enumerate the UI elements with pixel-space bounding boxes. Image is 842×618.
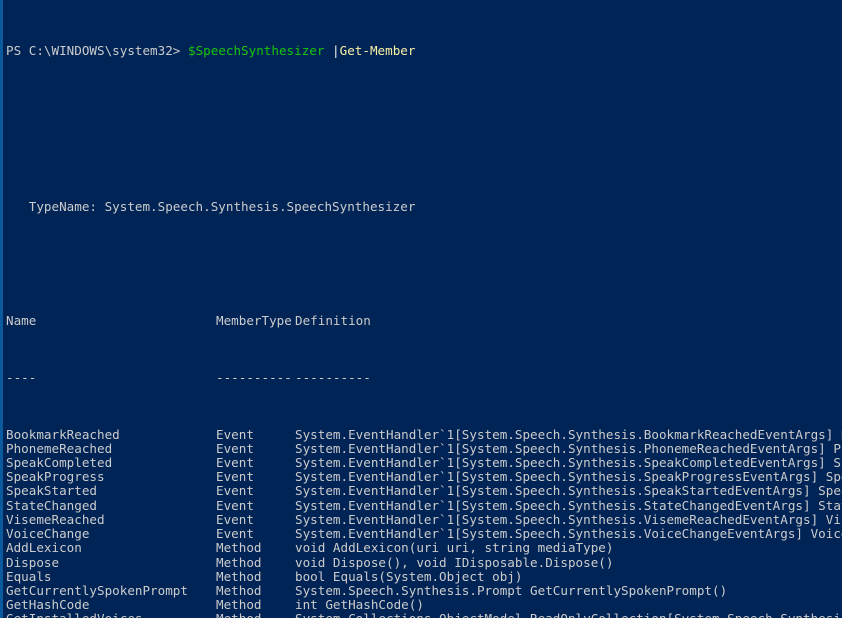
header-definition: Definition: [295, 312, 371, 328]
cell-name: PhonemeReached: [6, 440, 113, 456]
prompt-path: PS C:\WINDOWS\system32>: [6, 42, 188, 58]
cell-membertype: Event: [216, 497, 254, 513]
table-header-row: Name MemberType Definition: [6, 312, 842, 328]
variable-token: $SpeechSynthesizer: [187, 42, 325, 58]
cell-membertype: Event: [216, 526, 254, 542]
cell-name: VoiceChange: [6, 526, 90, 542]
cell-name: GetInstalledVoices: [6, 612, 216, 618]
cmdlet-token: Get-Member: [339, 42, 416, 58]
cell-membertype: Event: [216, 511, 254, 527]
table-row: SpeakStarted Event System.EventHandler`1[S…: [6, 484, 842, 498]
cell-name: GetHashCode: [6, 597, 90, 613]
cell-name: StateChanged: [6, 497, 97, 513]
cell-membertype: Event: [216, 440, 254, 456]
table-row: BookmarkReached Event System.EventHandler`…: [6, 426, 842, 442]
cell-definition: System.EventHandler`1[System.Speech.Synt…: [295, 526, 842, 542]
table-row: StateChanged Event System.EventHandler`1[S…: [6, 497, 842, 513]
command-prompt-line: PS C:\WINDOWS\system32> $SpeechSynthesiz…: [6, 42, 842, 58]
cell-definition: System.EventHandler`1[System.Speech.Synt…: [295, 440, 842, 456]
cell-membertype: Method: [216, 554, 262, 570]
typename-line: TypeName: System.Speech.Synthesis.Speech…: [6, 199, 416, 215]
cell-membertype: Event: [216, 469, 254, 485]
table-underline-row: ---- ---------- ----------: [6, 369, 842, 385]
cell-membertype: Event: [216, 483, 254, 499]
table-row: Equals Method bool Equals(System.Object ob…: [6, 568, 842, 584]
table-row: VisemeReached Event System.EventHandler`1[…: [6, 511, 842, 527]
cell-name: SpeakStarted: [6, 483, 97, 499]
underline-definition: ----------: [295, 369, 371, 385]
table-row: AddLexicon Method void AddLexicon(uri uri,…: [6, 541, 842, 555]
cell-definition: System.Speech.Synthesis.Prompt GetCurren…: [295, 582, 728, 598]
cell-definition: System.EventHandler`1[System.Speech.Synt…: [295, 426, 842, 442]
cell-name: SpeakProgress: [6, 469, 105, 485]
table-row: GetCurrentlySpokenPrompt Method System.Spe…: [6, 582, 842, 598]
table-row: GetHashCode Method int GetHashCode(): [6, 597, 842, 613]
cell-name: BookmarkReached: [6, 426, 120, 442]
cell-definition: System.EventHandler`1[System.Speech.Synt…: [295, 497, 842, 513]
cell-name: SpeakCompleted: [6, 455, 113, 470]
cell-definition: System.EventHandler`1[System.Speech.Synt…: [295, 483, 842, 499]
pipe-operator: |: [324, 42, 340, 58]
cell-name: AddLexicon: [6, 540, 82, 556]
cell-membertype: Method: [216, 612, 295, 618]
table-row: SpeakCompleted Event System.EventHandler`1…: [6, 455, 842, 470]
cell-definition: System.Collections.ObjectModel.ReadOnlyC…: [295, 612, 842, 618]
cell-name: VisemeReached: [6, 511, 105, 527]
cell-definition: bool Equals(System.Object obj): [295, 568, 523, 584]
header-membertype: MemberType: [216, 312, 292, 328]
cell-membertype: Method: [216, 597, 262, 613]
member-table-body: BookmarkReached Event System.EventHandler`…: [6, 426, 842, 618]
cell-definition: System.EventHandler`1[System.Speech.Synt…: [295, 455, 842, 470]
cell-definition: System.EventHandler`1[System.Speech.Synt…: [295, 469, 842, 485]
cell-definition: void Dispose(), void IDisposable.Dispose…: [295, 554, 614, 570]
underline-name: ----: [6, 369, 37, 385]
cell-membertype: Event: [216, 455, 254, 470]
cell-membertype: Method: [216, 540, 262, 556]
powershell-console-window[interactable]: PS C:\WINDOWS\system32> $SpeechSynthesiz…: [0, 0, 842, 618]
cell-membertype: Method: [216, 568, 262, 584]
table-row: PhonemeReached Event System.EventHandler`1…: [6, 440, 842, 456]
table-row: Dispose Method void Dispose(), void IDispo…: [6, 554, 842, 570]
cell-membertype: Method: [216, 582, 262, 598]
cell-definition: System.EventHandler`1[System.Speech.Synt…: [295, 511, 842, 527]
cell-name: Dispose: [6, 554, 60, 570]
cell-definition: int GetHashCode(): [295, 597, 424, 613]
table-row: VoiceChange Event System.EventHandler`1[Sy…: [6, 526, 842, 542]
underline-membertype: ----------: [216, 369, 292, 385]
cell-membertype: Event: [216, 426, 254, 442]
table-row: GetInstalledVoicesMethodSystem.Collectio…: [6, 612, 842, 618]
cell-name: Equals: [6, 568, 52, 584]
header-name: Name: [6, 312, 37, 328]
table-row: SpeakProgress Event System.EventHandler`1[…: [6, 469, 842, 485]
cell-definition: void AddLexicon(uri uri, string mediaTyp…: [295, 540, 614, 556]
cell-name: GetCurrentlySpokenPrompt: [6, 582, 188, 598]
console-output-area[interactable]: PS C:\WINDOWS\system32> $SpeechSynthesiz…: [3, 0, 842, 618]
